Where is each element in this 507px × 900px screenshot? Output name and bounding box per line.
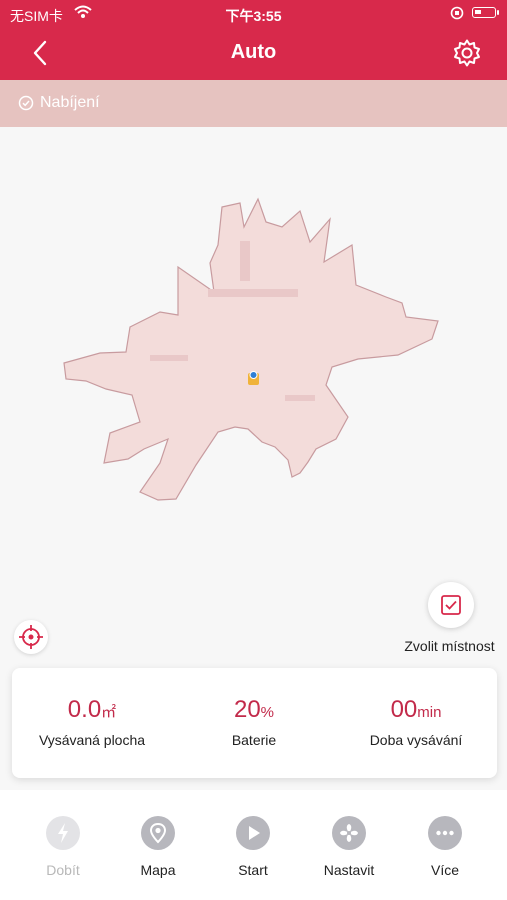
bottom-tab-bar: Dobít Mapa Start Nastavit Více	[0, 790, 507, 900]
tab-label: Start	[238, 862, 268, 878]
stat-unit: %	[260, 704, 275, 721]
clock-time: 下午3:55	[225, 8, 282, 24]
explored-area	[63, 197, 439, 501]
battery-icon	[472, 7, 496, 18]
charging-label: Nabíjení	[40, 94, 100, 111]
tab-more[interactable]: Více	[400, 816, 490, 878]
stat-value: 00	[390, 696, 418, 723]
select-room-button[interactable]	[428, 582, 474, 628]
robot-dock-marker	[248, 371, 259, 385]
tab-map[interactable]: Mapa	[113, 816, 203, 878]
app-header: 无SIM卡 下午3:55 Auto	[0, 0, 507, 80]
status-bar: 无SIM卡 下午3:55	[0, 0, 507, 28]
tab-label: Mapa	[140, 862, 176, 878]
orientation-lock-icon	[450, 6, 464, 23]
stat-label: Baterie	[231, 732, 277, 748]
lightning-icon	[46, 816, 80, 850]
settings-button[interactable]	[452, 38, 482, 68]
tab-label: Více	[430, 862, 459, 878]
select-room-label[interactable]: Zvolit místnost	[392, 638, 507, 654]
more-icon	[428, 816, 462, 850]
tab-recharge[interactable]: Dobít	[18, 816, 108, 878]
stat-value: 20	[233, 696, 261, 723]
stat-cleaned-area: 0.0㎡ Vysávaná plocha	[12, 696, 172, 748]
stat-battery: 20% Baterie	[174, 696, 334, 748]
stat-label: Vysávaná plocha	[38, 732, 146, 748]
cleaning-stats-card: 0.0㎡ Vysávaná plocha 20% Baterie 00min D…	[12, 668, 497, 778]
stat-cleaning-time: 00min Doba vysávání	[336, 696, 496, 748]
crosshair-icon	[19, 625, 43, 649]
battery-tip	[497, 10, 499, 15]
page-title: Auto	[230, 41, 277, 63]
checkbox-icon	[441, 595, 461, 615]
tab-label: Nastavit	[323, 862, 375, 878]
location-pin-icon	[141, 816, 175, 850]
gear-icon	[454, 39, 480, 67]
check-circle-icon	[18, 95, 34, 116]
tab-start[interactable]: Start	[208, 816, 298, 878]
locate-robot-button[interactable]	[14, 620, 48, 654]
stat-value: 0.0	[67, 696, 102, 723]
tab-settings[interactable]: Nastavit	[304, 816, 394, 878]
play-icon	[236, 816, 270, 850]
charging-status-bar: Nabíjení	[0, 80, 507, 127]
fan-icon	[332, 816, 366, 850]
stat-label: Doba vysávání	[369, 732, 463, 748]
stat-unit: ㎡	[101, 704, 117, 721]
stat-unit: min	[417, 704, 442, 721]
tab-label: Dobít	[46, 862, 80, 878]
